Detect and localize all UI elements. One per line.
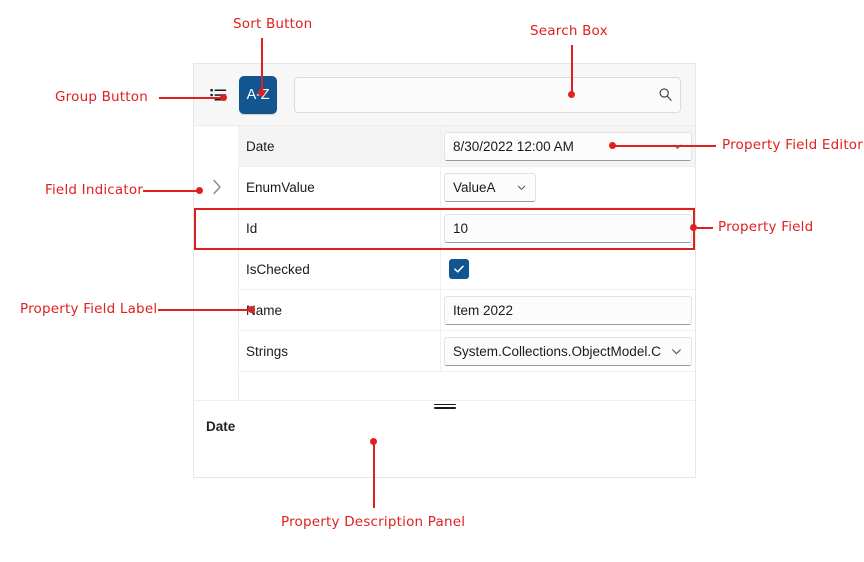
annotation-leader-sort-button (261, 38, 263, 94)
annotation-property-field-label: Property Field Label (20, 301, 158, 317)
property-field[interactable]: Id 10 (238, 208, 695, 249)
property-field-label: EnumValue (238, 167, 441, 207)
property-field[interactable]: Name Item 2022 (238, 290, 695, 331)
property-field[interactable]: IsChecked (238, 249, 695, 290)
annotation-group-button: Group Button (55, 89, 149, 105)
enum-combo-editor[interactable]: ValueA (444, 172, 536, 202)
chevron-down-icon (664, 345, 683, 358)
property-grid-toolbar: A-Z (194, 64, 695, 126)
property-grid-window: A-Z Date8/30/2022 12:00 AMEnumValueValue… (193, 63, 696, 478)
property-field[interactable]: EnumValue ValueA (238, 167, 695, 208)
property-field-editor[interactable]: 10 (441, 208, 695, 248)
text-editor[interactable]: 10 (444, 213, 692, 243)
annotation-dot-sort-button (258, 89, 265, 96)
property-field-editor[interactable]: System.Collections.ObjectModel.C (441, 331, 695, 371)
annotation-dot-group-button (220, 94, 227, 101)
description-title: Date (206, 419, 236, 434)
search-box[interactable] (294, 76, 681, 113)
property-field-editor[interactable]: ValueA (441, 167, 695, 207)
text-editor[interactable]: Item 2022 (444, 295, 692, 325)
annotation-leader-field-indicator (143, 190, 201, 192)
property-field-editor[interactable] (441, 249, 695, 289)
property-field[interactable]: Strings System.Collections.ObjectModel.C (238, 331, 695, 372)
annotation-dot-property-field (690, 224, 697, 231)
description-splitter[interactable] (194, 400, 695, 411)
annotation-search-box: Search Box (530, 23, 608, 39)
search-icon[interactable] (650, 87, 680, 102)
annotation-leader-property-description-panel (373, 442, 375, 508)
search-input[interactable] (295, 77, 650, 112)
editor-value: ValueA (453, 179, 496, 195)
property-field-label: Id (238, 208, 441, 248)
splitter-grip-icon (433, 403, 456, 409)
annotation-field-indicator: Field Indicator (45, 182, 144, 198)
annotation-dot-search-box (568, 91, 575, 98)
property-rows-list: Date 8/30/2022 12:00 AM EnumValue ValueA Id 1… (238, 126, 695, 400)
annotation-dot-property-field-label (248, 306, 255, 313)
annotation-property-field-editor: Property Field Editor (722, 137, 864, 153)
chevron-down-icon (510, 182, 527, 193)
annotation-sort-button: Sort Button (233, 16, 313, 32)
property-field-editor[interactable]: Item 2022 (441, 290, 695, 330)
collection-combo-editor[interactable]: System.Collections.ObjectModel.C (444, 336, 692, 366)
annotation-leader-search-box (571, 45, 573, 95)
annotation-leader-property-field (697, 227, 713, 229)
annotation-leader-property-field-label (158, 309, 253, 311)
chevron-right-icon (213, 179, 221, 195)
field-indicator-column (194, 126, 239, 400)
property-field-label: Name (238, 290, 441, 330)
group-button[interactable] (203, 80, 233, 110)
editor-value: 10 (453, 220, 469, 236)
property-field-label: Strings (238, 331, 441, 371)
annotation-dot-field-indicator (196, 187, 203, 194)
field-indicator[interactable] (208, 178, 226, 196)
annotation-dot-property-field-editor (609, 142, 616, 149)
annotation-dot-property-description-panel (370, 438, 377, 445)
check-icon (454, 265, 464, 273)
editor-value: Item 2022 (453, 302, 514, 318)
annotation-property-field: Property Field (718, 219, 814, 235)
annotation-leader-group-button (159, 97, 225, 99)
annotation-leader-property-field-editor (612, 145, 716, 147)
property-field-label: IsChecked (238, 249, 441, 289)
property-description-panel: Date (194, 411, 695, 477)
property-field-label: Date (238, 126, 441, 166)
property-rows-area: Date 8/30/2022 12:00 AM EnumValue ValueA Id 1… (194, 126, 695, 400)
editor-value: System.Collections.ObjectModel.C (453, 343, 661, 359)
checkbox-editor[interactable] (449, 259, 469, 279)
annotation-property-description-panel: Property Description Panel (281, 514, 466, 530)
